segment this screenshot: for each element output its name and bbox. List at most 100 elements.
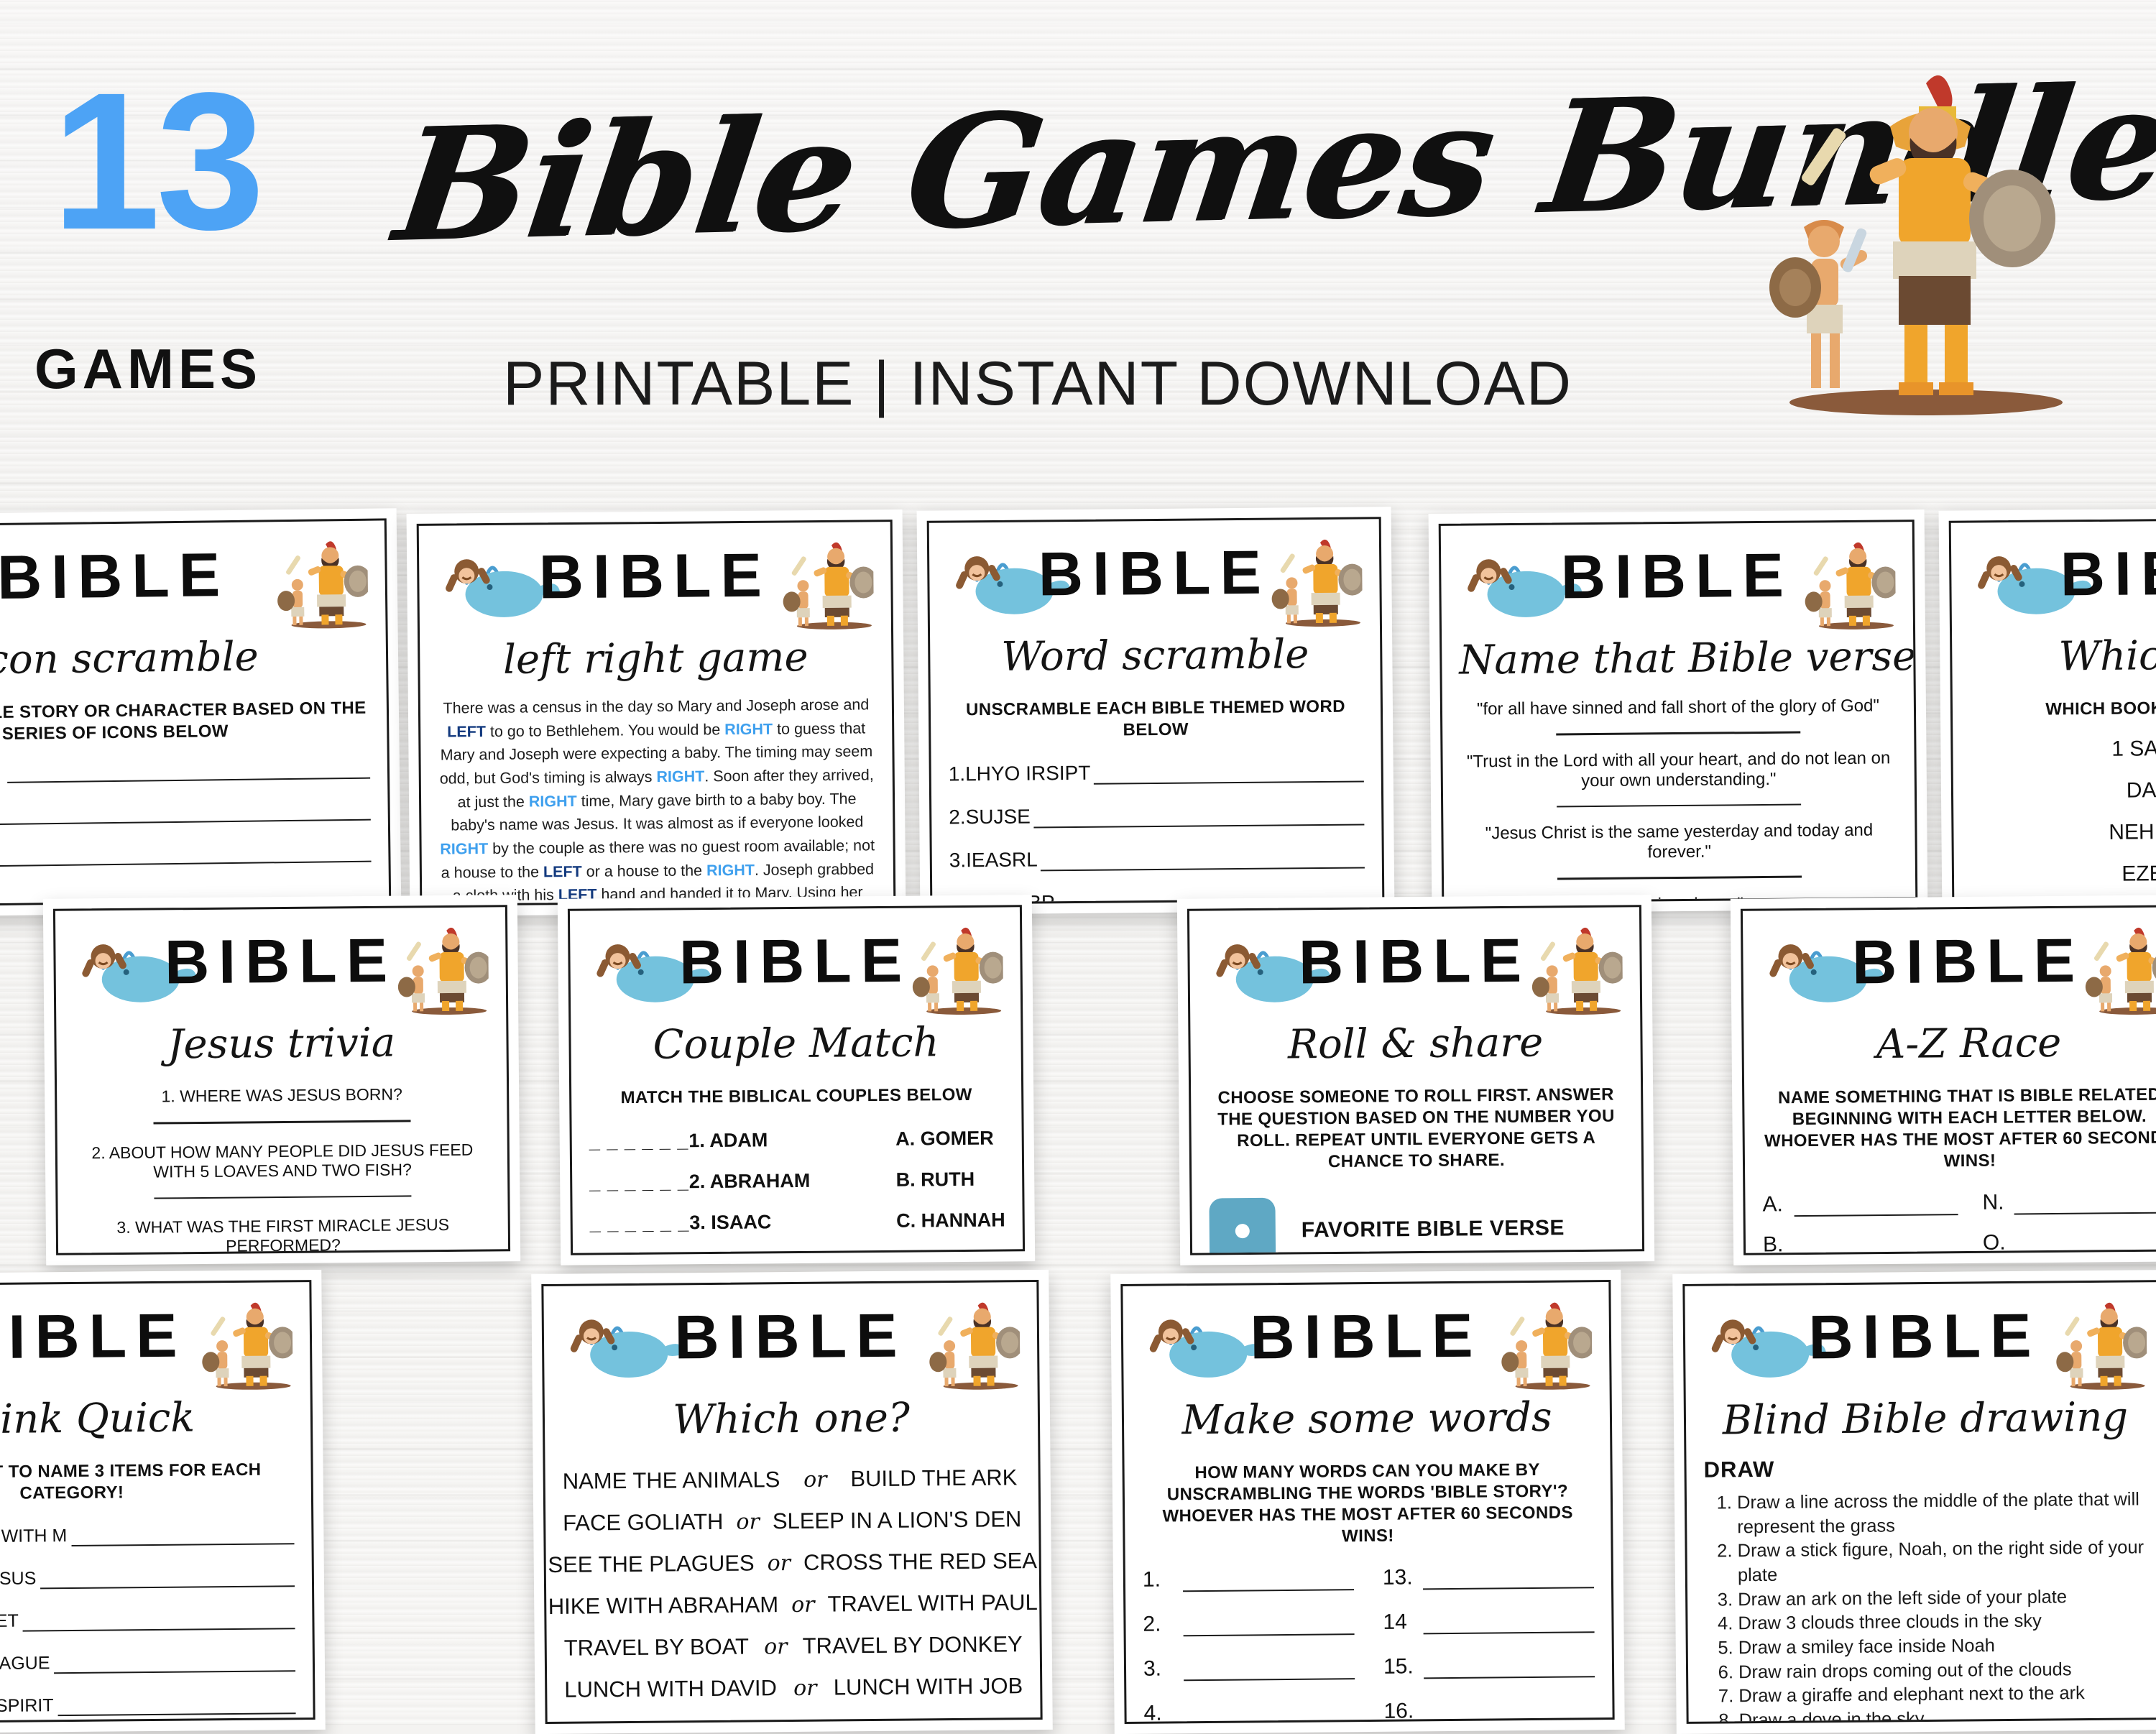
list-item[interactable]: 1.LHYO IRSIPT [949,759,1364,785]
list-item[interactable]: B. RUTH [896,1168,1005,1191]
list-item[interactable]: A FRUIT OF THE SPIRIT [0,1693,296,1717]
games-count: 13 [52,52,265,270]
list-item: Draw a smiley face inside Noah [1738,1633,2150,1661]
draw-steps-list: Draw a line across the middle of the pla… [1704,1488,2151,1724]
card-title-name-that-bible-verse: Name that Bible verse [1459,633,1917,684]
list-item[interactable]: O. [1983,1229,2156,1255]
david-and-goliath-icon [1769,75,2063,415]
answer-line[interactable] [154,1194,412,1199]
list-item: Draw 3 clouds three clouds in the sky [1738,1609,2149,1637]
david-and-goliath-icon [277,541,369,629]
list-item[interactable]: FAVORITE BIBLE VERSE [1209,1194,1625,1255]
card-which-book-first[interactable]: BIBLE Which one? WHICH BOOK APPEARS FIRS… [1938,507,2156,915]
list-item[interactable]: A. [1762,1191,1958,1217]
list-item[interactable]: _ _ _ _ _ _1. ADAM [589,1129,810,1153]
list-item[interactable]: A MINOR PROPHET [0,1608,295,1633]
card-jesus-trivia[interactable]: BIBLE Jesus trivia 1. WHERE WAS JESUS BO… [42,895,521,1265]
left-right-story: There was a census in the day so Mary an… [438,693,878,906]
list-item[interactable]: SEE THE PLAGUES or CROSS THE RED SEA [548,1548,1037,1578]
card-az-race[interactable]: BIBLE A-Z Race NAME SOMETHING THAT IS BI… [1730,895,2156,1265]
list-item[interactable]: 📞12️⃣👦 [0,839,372,877]
card-title-make-some-words: Make some words [1181,1393,1552,1444]
list-item: Draw a line across the middle of the pla… [1737,1488,2149,1539]
list-item[interactable]: A. GOMER [895,1127,1005,1150]
az-right-column: N. O. P. Q. [1982,1189,2156,1255]
card-title-icon-scramble: Icon scramble [0,633,259,684]
list-item[interactable]: 13. [1383,1564,1595,1590]
story-paragraph-1: There was a census in the day so Mary an… [439,696,875,904]
icon-scramble-rows: 🌍💡🌴☀️ 👫🌳🍎 📞12️⃣👦 💧➡️🍷 🐟🍞🍴 🐪👤👑 👨👔🌈 3️⃣🔥👥 [0,755,374,908]
card-icon-scramble[interactable]: BIBLE Icon scramble BIBLE STORY OR CHARA… [0,508,402,918]
list-item[interactable]: WISDOM OF SOLOMONorSTRENGTH OF SAMSON [541,1715,1042,1724]
answer-line[interactable] [153,1120,411,1125]
card-subtitle: HOW MANY WORDS CAN YOU MAKE BY UNSCRAMBL… [1162,1459,1573,1546]
list-item[interactable]: _ _ _ _ _ _2. ABRAHAM [589,1170,810,1194]
david-and-goliath-icon [912,927,1004,1015]
list-item[interactable]: _ _ _ _ _ _3. ISAAC [590,1211,811,1235]
card-subtitle: UNSCRAMBLE EACH BIBLE THEMED WORD BELOW [965,696,1345,740]
card-title-word-scramble: Word scramble [1000,631,1309,681]
answer-line[interactable] [1557,875,1802,880]
list-item[interactable]: TRAVEL BY BOAT or TRAVEL BY DONKEY [564,1631,1023,1661]
verse-text: "for all have sinned and fall short of t… [1476,696,1880,719]
david-and-goliath-icon [1501,1302,1593,1390]
list-item: Draw an ark on the left side of your pla… [1738,1585,2149,1613]
list-item[interactable]: C. HANNAH [896,1209,1005,1232]
list-item[interactable]: 2. [1143,1610,1355,1637]
list-item[interactable]: 🌍💡🌴☀️ [0,755,371,793]
bible-wordmark: BIBLE [2060,538,2156,609]
card-couple-match[interactable]: BIBLE Couple Match MATCH THE BIBLICAL CO… [557,895,1036,1265]
card-think-quick[interactable]: BIBLE Think Quick FIRST TO NAME 3 ITEMS … [0,1269,326,1734]
list-item[interactable]: NEHEMIAH( [1971,818,2156,846]
verse-text: "Trust in the Lord with all your heart, … [1466,747,1891,790]
list-item[interactable]: B. [1763,1231,1959,1255]
list-item[interactable]: 15. [1383,1653,1595,1679]
card-blind-bible-drawing[interactable]: BIBLE Blind Bible drawing DRAW 1. Draw a… [1672,1269,2156,1734]
list-item[interactable]: 16. [1383,1697,1595,1724]
david-and-goliath-icon [397,927,489,1015]
card-roll-and-share[interactable]: BIBLE Roll & share CHOOSE SOMEONE TO ROL… [1176,895,1655,1265]
die-row-label: FAVORITE BIBLE VERSE [1301,1216,1565,1242]
card-title-jesus-trivia: Jesus trivia [167,1019,396,1069]
section-label-draw: DRAW [1703,1456,1775,1482]
list-item[interactable]: 3. [1143,1655,1355,1682]
list-item[interactable]: 4. [1143,1700,1355,1724]
answer-line[interactable] [1556,731,1801,735]
list-item[interactable]: DANIEL( [1971,776,2156,804]
card-which-one[interactable]: BIBLE Which one? NAME THE ANIMALS or BUI… [531,1269,1053,1734]
card-subtitle: CHOOSE SOMEONE TO ROLL FIRST. ANSWER THE… [1217,1084,1615,1172]
card-left-right-game[interactable]: BIBLE left right game There was a census… [406,509,906,916]
card-subtitle: MATCH THE BIBLICAL COUPLES BELOW [620,1084,972,1108]
question-text: 1. WHERE WAS JESUS BORN? [161,1084,402,1106]
list-item[interactable]: HIKE WITH ABRAHAM or TRAVEL WITH PAUL [548,1590,1038,1620]
card-word-scramble[interactable]: BIBLE Word scramble UNSCRAMBLE EACH BIBL… [916,507,1395,915]
list-item[interactable]: A DISCPLE OF JESUS [0,1566,295,1590]
list-item[interactable]: AN EGYPTIAN PLAGUE [0,1651,296,1675]
answer-line[interactable] [1556,803,1802,808]
list-item[interactable]: 1 SAMUEL( [1970,734,2156,762]
die-one-icon [1209,1197,1276,1255]
card-subtitle: BE THE FIRST TO NAME 3 ITEMS FOR EACH CA… [0,1459,262,1503]
list-item[interactable]: 2.SUJSE [949,802,1365,829]
card-subtitle: NAME THE BIBLE STORY OR CHARACTER BASED … [0,698,367,744]
david-and-goliath-icon [1271,539,1363,627]
list-item[interactable]: NAME THE ANIMALS or BUILD THE ARK [563,1465,1021,1495]
list-item[interactable]: N. [1982,1189,2156,1215]
card-name-that-bible-verse[interactable]: BIBLE Name that Bible verse "for all hav… [1428,509,1928,914]
games-count-label: GAMES [34,337,262,400]
list-item[interactable]: 1. [1143,1566,1355,1592]
list-item[interactable]: 3.IEASRL [949,845,1365,872]
list-item[interactable]: FACE GOLIATH or SLEEP IN A LION'S DEN [563,1506,1022,1536]
list-item[interactable]: 👫🌳🍎 [0,797,371,835]
list-item: Draw a giraffe and elephant next to the … [1738,1682,2150,1710]
question-text: 3. WHAT WAS THE FIRST MIRACLE JESUS PERF… [116,1214,450,1255]
list-item[interactable]: BOOK STARTING WITH M [0,1523,295,1548]
david-and-goliath-icon [2085,927,2156,1015]
words-right-column: 13. 14 15. 16. 17. 18. [1383,1564,1596,1724]
couple-left-column: _ _ _ _ _ _1. ADAM _ _ _ _ _ _2. ABRAHAM… [589,1129,811,1235]
list-item[interactable]: 14 [1383,1608,1595,1635]
david-and-goliath-icon [783,542,875,630]
card-make-some-words[interactable]: BIBLE Make some words HOW MANY WORDS CAN… [1110,1269,1625,1734]
list-item[interactable]: LUNCH WITH DAVID or LUNCH WITH JOB [564,1673,1023,1703]
list-item[interactable]: EZEKIEL( [1971,859,2156,887]
